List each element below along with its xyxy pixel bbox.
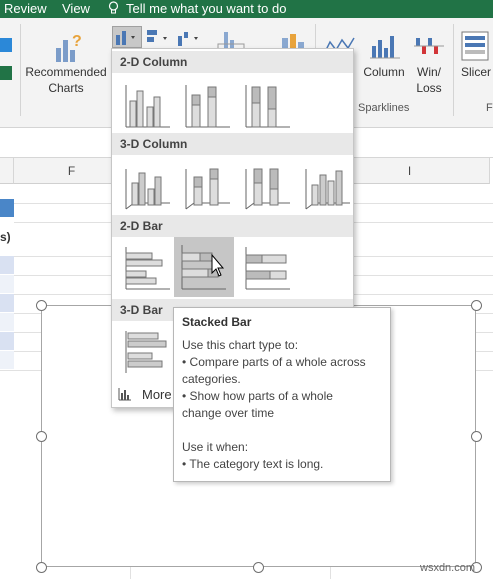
sparkline-column-button[interactable]: Column	[358, 64, 410, 80]
cell[interactable]	[0, 256, 14, 275]
sparkline-winloss-icon[interactable]	[412, 32, 446, 62]
cell[interactable]	[0, 199, 14, 218]
tell-me-search[interactable]: Tell me what you want to do	[126, 1, 286, 16]
tooltip-title: Stacked Bar	[182, 315, 252, 329]
resize-handle[interactable]	[36, 562, 47, 573]
chart-type-tooltip: Stacked Bar Use this chart type to: • Co…	[173, 307, 391, 482]
bing-icon[interactable]	[0, 38, 12, 52]
more-column-charts-link[interactable]: More	[112, 381, 172, 407]
clustered-bar-option[interactable]	[118, 239, 176, 297]
section-2d-bar: 2-D Bar	[112, 215, 353, 237]
3d-clustered-column-option[interactable]	[118, 159, 176, 217]
cell[interactable]	[0, 275, 14, 294]
cell[interactable]	[0, 351, 14, 370]
section-2d-column: 2-D Column	[112, 51, 353, 73]
more-label: More	[142, 387, 172, 402]
filters-group-label: F	[486, 102, 493, 114]
title-bar: Review View Tell me what you want to do	[0, 0, 493, 18]
sparkline-column-icon[interactable]	[368, 32, 402, 62]
stacked-bar-icon	[181, 245, 226, 290]
winloss-label-2: Loss	[416, 81, 442, 95]
ribbon-divider	[20, 24, 21, 116]
100-stacked-bar-option[interactable]	[238, 239, 296, 297]
winloss-label-1: Win/	[417, 65, 441, 79]
svg-text:?: ?	[72, 33, 82, 50]
recommended-charts-icon[interactable]: ?	[54, 30, 84, 66]
cell[interactable]	[0, 294, 14, 313]
resize-handle[interactable]	[471, 300, 482, 311]
tooltip-line: • Show how parts of a whole	[182, 389, 333, 403]
tooltip-line: • Compare parts of a whole across	[182, 355, 366, 369]
resize-handle[interactable]	[253, 562, 264, 573]
tooltip-line: categories.	[182, 372, 241, 386]
people-graph-icon[interactable]	[0, 66, 12, 80]
tab-review[interactable]: Review	[4, 1, 47, 16]
100-stacked-column-option[interactable]	[238, 77, 296, 135]
slicer-button[interactable]: Slicer	[458, 64, 493, 80]
bar-chart-icon	[116, 31, 135, 45]
section-3d-column: 3-D Column	[112, 133, 353, 155]
sparkline-winloss-button[interactable]: Win/ Loss	[408, 64, 450, 96]
recommended-charts-button[interactable]: Recommended Charts	[22, 64, 110, 96]
tooltip-line: • The category text is long.	[182, 457, 324, 471]
waterfall-chart-icon[interactable]	[176, 28, 206, 48]
hierarchy-chart-icon[interactable]	[145, 28, 175, 48]
recommended-label-1: Recommended	[25, 65, 107, 79]
clustered-column-option[interactable]	[118, 77, 176, 135]
cell[interactable]	[0, 332, 14, 351]
resize-handle[interactable]	[36, 431, 47, 442]
sparklines-group-label: Sparklines	[358, 102, 410, 114]
slicer-icon[interactable]	[460, 30, 490, 62]
tab-view[interactable]: View	[62, 1, 90, 16]
stacked-column-option[interactable]	[178, 77, 236, 135]
recommended-label-2: Charts	[48, 81, 84, 95]
lightbulb-icon	[108, 1, 119, 14]
tooltip-line: Use this chart type to:	[182, 338, 299, 352]
3d-100-stacked-column-option[interactable]	[238, 159, 296, 217]
resize-handle[interactable]	[36, 300, 47, 311]
watermark: wsxdn.com	[420, 562, 476, 574]
column-header-e[interactable]	[0, 158, 14, 184]
chart-icon	[118, 388, 131, 401]
tooltip-line: Use it when:	[182, 440, 249, 454]
3d-clustered-bar-option[interactable]	[118, 323, 176, 381]
ribbon-divider	[453, 24, 454, 116]
stacked-bar-option[interactable]	[174, 237, 234, 297]
insert-bar-chart-button[interactable]	[112, 26, 142, 48]
3d-stacked-column-option[interactable]	[178, 159, 236, 217]
cell[interactable]	[0, 313, 14, 332]
cell[interactable]: s)	[0, 222, 14, 256]
3d-column-option[interactable]	[298, 159, 356, 217]
resize-handle[interactable]	[471, 431, 482, 442]
cell-text: s)	[0, 230, 11, 244]
tooltip-line: change over time	[182, 406, 275, 420]
